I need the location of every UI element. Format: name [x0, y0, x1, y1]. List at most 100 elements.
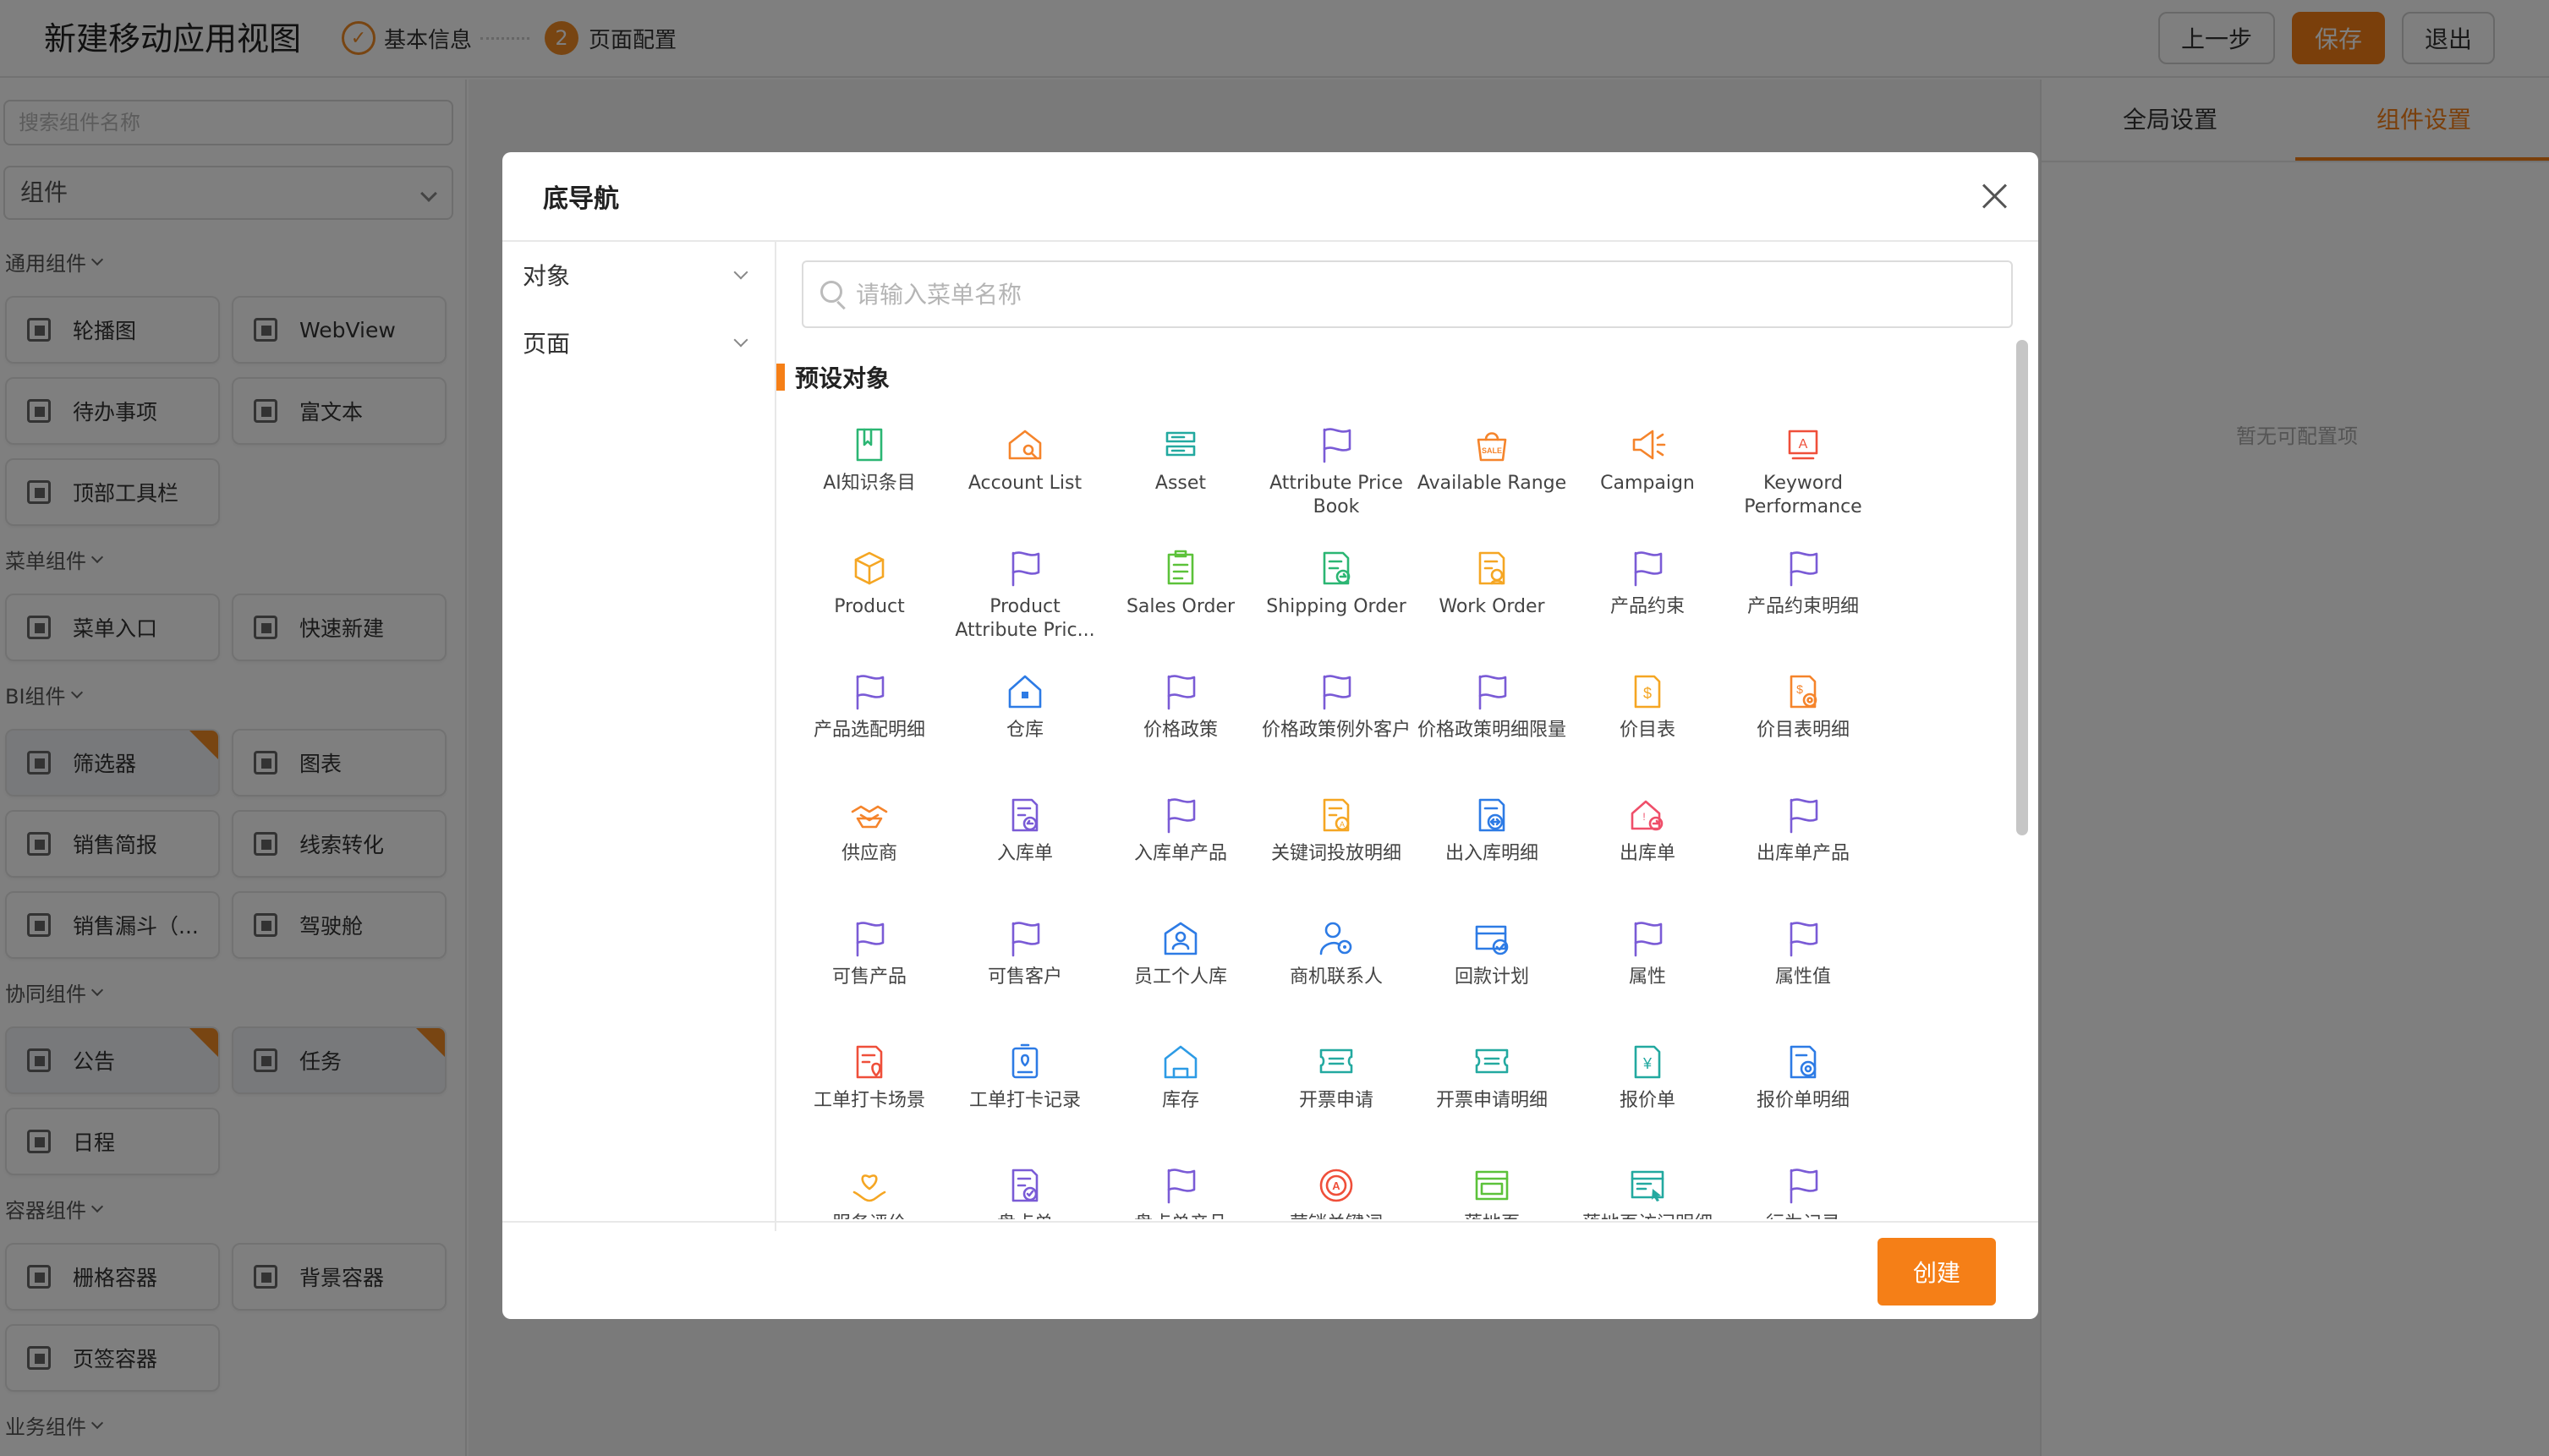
keyword-doc-icon: A	[1323, 798, 1350, 832]
preset-object-item[interactable]: AI知识条目	[792, 423, 947, 541]
preset-object-label: 行为记录	[1725, 1212, 1881, 1219]
preset-object-item[interactable]: 员工个人库	[1103, 917, 1258, 1035]
preset-object-item[interactable]: 属性值	[1725, 917, 1881, 1035]
warehouse-icon	[1008, 675, 1042, 709]
preset-object-label: 价格政策例外客户	[1261, 720, 1411, 741]
preset-object-item[interactable]: A 关键词投放明细	[1258, 793, 1414, 911]
divider	[502, 240, 2038, 242]
shipping-doc-icon	[1323, 551, 1351, 585]
preset-object-item[interactable]: 行为记录	[1725, 1163, 1881, 1219]
preset-object-item[interactable]: 可售产品	[792, 917, 947, 1035]
preset-object-label: Campaign	[1600, 473, 1695, 494]
preset-object-label: 价目表明细	[1756, 720, 1850, 741]
preset-object-label: Shipping Order	[1266, 596, 1406, 617]
preset-object-item[interactable]: A Keyword Performance	[1725, 423, 1881, 541]
inbound-doc-icon	[1011, 798, 1039, 832]
preset-object-label: 报价单	[1619, 1090, 1675, 1111]
chevron-down-icon	[733, 265, 748, 280]
preset-object-item[interactable]: 产品约束	[1570, 546, 1725, 665]
preset-object-item[interactable]: 工单打卡场景	[792, 1040, 947, 1158]
flag-icon	[1790, 798, 1818, 834]
preset-object-label: 供应商	[841, 843, 897, 864]
preset-object-label: 盘点单产品	[1103, 1212, 1258, 1219]
preset-object-label: 产品约束	[1609, 596, 1685, 617]
preset-object-item[interactable]: 开票申请明细	[1414, 1040, 1570, 1158]
category-label: 页面	[523, 330, 571, 358]
close-icon[interactable]	[1981, 183, 2008, 210]
preset-object-item[interactable]: Shipping Order	[1258, 546, 1414, 665]
preset-object-item[interactable]: ¥ 报价单	[1570, 1040, 1725, 1158]
category-object[interactable]: 对象	[523, 255, 756, 298]
preset-object-item[interactable]: Attribute Price Book	[1258, 423, 1414, 541]
flag-icon	[1790, 1169, 1818, 1204]
flag-icon	[1167, 675, 1196, 710]
flag-icon	[1790, 551, 1818, 587]
preset-object-item[interactable]: 库存	[1103, 1040, 1258, 1158]
preset-object-item[interactable]: 出库单产品	[1725, 793, 1881, 911]
preset-object-item[interactable]: 价格政策例外客户	[1258, 670, 1414, 788]
preset-object-item[interactable]: 服务评价	[792, 1163, 947, 1219]
svg-text:SALE: SALE	[1482, 446, 1502, 455]
preset-object-item[interactable]: 仓库	[947, 670, 1103, 788]
flag-icon	[1478, 675, 1507, 710]
chevron-down-icon	[733, 332, 748, 348]
divider	[502, 1221, 2038, 1223]
inventory-home-icon	[1164, 1045, 1198, 1079]
create-button[interactable]: 创建	[1877, 1238, 1996, 1305]
preset-object-item[interactable]: Product Attribute Pric...	[947, 546, 1103, 665]
preset-object-item[interactable]: 报价单明细	[1725, 1040, 1881, 1158]
preset-object-item[interactable]: 价格政策	[1103, 670, 1258, 788]
preset-object-label: 员工个人库	[1133, 966, 1227, 988]
preset-object-item[interactable]: 开票申请	[1258, 1040, 1414, 1158]
preset-object-item[interactable]: 盘点单产品	[1103, 1163, 1258, 1219]
preset-object-item[interactable]: $ 价目表	[1570, 670, 1725, 788]
preset-object-item[interactable]: Asset	[1103, 423, 1258, 541]
scrollbar[interactable]	[2016, 340, 2028, 835]
preset-object-item[interactable]: 产品约束明细	[1725, 546, 1881, 665]
preset-object-item[interactable]: 盘点单	[947, 1163, 1103, 1219]
flag-icon	[1634, 551, 1663, 587]
browser-page-icon	[1475, 1170, 1509, 1201]
preset-object-item[interactable]: 入库单产品	[1103, 793, 1258, 911]
preset-object-label: 工单打卡记录	[968, 1090, 1081, 1111]
preset-object-item[interactable]: 入库单	[947, 793, 1103, 911]
box-icon	[854, 551, 885, 585]
preset-object-item[interactable]: SALE Available Range	[1414, 423, 1570, 541]
preset-object-item[interactable]: Product	[792, 546, 947, 665]
preset-object-item[interactable]: 价格政策明细限量	[1414, 670, 1570, 788]
preset-object-item[interactable]: Work Order	[1414, 546, 1570, 665]
preset-object-item[interactable]: Sales Order	[1103, 546, 1258, 665]
preset-object-item[interactable]: 供应商	[792, 793, 947, 911]
category-page[interactable]: 页面	[523, 323, 756, 365]
preset-object-label: Work Order	[1439, 596, 1545, 617]
ticket-icon	[1319, 1048, 1353, 1074]
preset-object-label: AI知识条目	[823, 473, 916, 494]
work-doc-icon	[1478, 551, 1505, 585]
preset-object-item[interactable]: 属性	[1570, 917, 1725, 1035]
flag-icon	[856, 922, 885, 957]
preset-object-item[interactable]: 商机联系人	[1258, 917, 1414, 1035]
keyword-target-icon: A	[1319, 1169, 1353, 1202]
preset-object-item[interactable]: 回款计划	[1414, 917, 1570, 1035]
preset-object-item[interactable]: ! 出库单	[1570, 793, 1725, 911]
preset-object-grid: AI知识条目 Account List Asset Attribute Price B…	[776, 423, 2011, 1219]
preset-object-item[interactable]: 可售客户	[947, 917, 1103, 1035]
server-icon	[1165, 431, 1196, 457]
menu-search-input[interactable]	[856, 274, 1989, 315]
preset-object-label: 可售产品	[831, 966, 907, 988]
preset-object-item[interactable]: 工单打卡记录	[947, 1040, 1103, 1158]
preset-object-item[interactable]: 落地页访问明细	[1570, 1163, 1725, 1219]
preset-object-item[interactable]: $ 价目表明细	[1725, 670, 1881, 788]
preset-object-item[interactable]: 产品选配明细	[792, 670, 947, 788]
preset-object-item[interactable]: Campaign	[1570, 423, 1725, 541]
preset-object-item[interactable]: 出入库明细	[1414, 793, 1570, 911]
preset-object-label: 入库单	[996, 843, 1053, 864]
preset-object-item[interactable]: 落地页	[1414, 1163, 1570, 1219]
clipboard-icon	[1167, 550, 1194, 585]
preset-object-item[interactable]: A 营销关键词	[1258, 1163, 1414, 1219]
menu-search-box[interactable]	[802, 260, 2013, 328]
preset-object-label: 落地页访问明细	[1570, 1212, 1725, 1219]
flag-icon	[856, 675, 885, 710]
flag-icon	[1323, 675, 1351, 710]
preset-object-item[interactable]: Account List	[947, 423, 1103, 541]
